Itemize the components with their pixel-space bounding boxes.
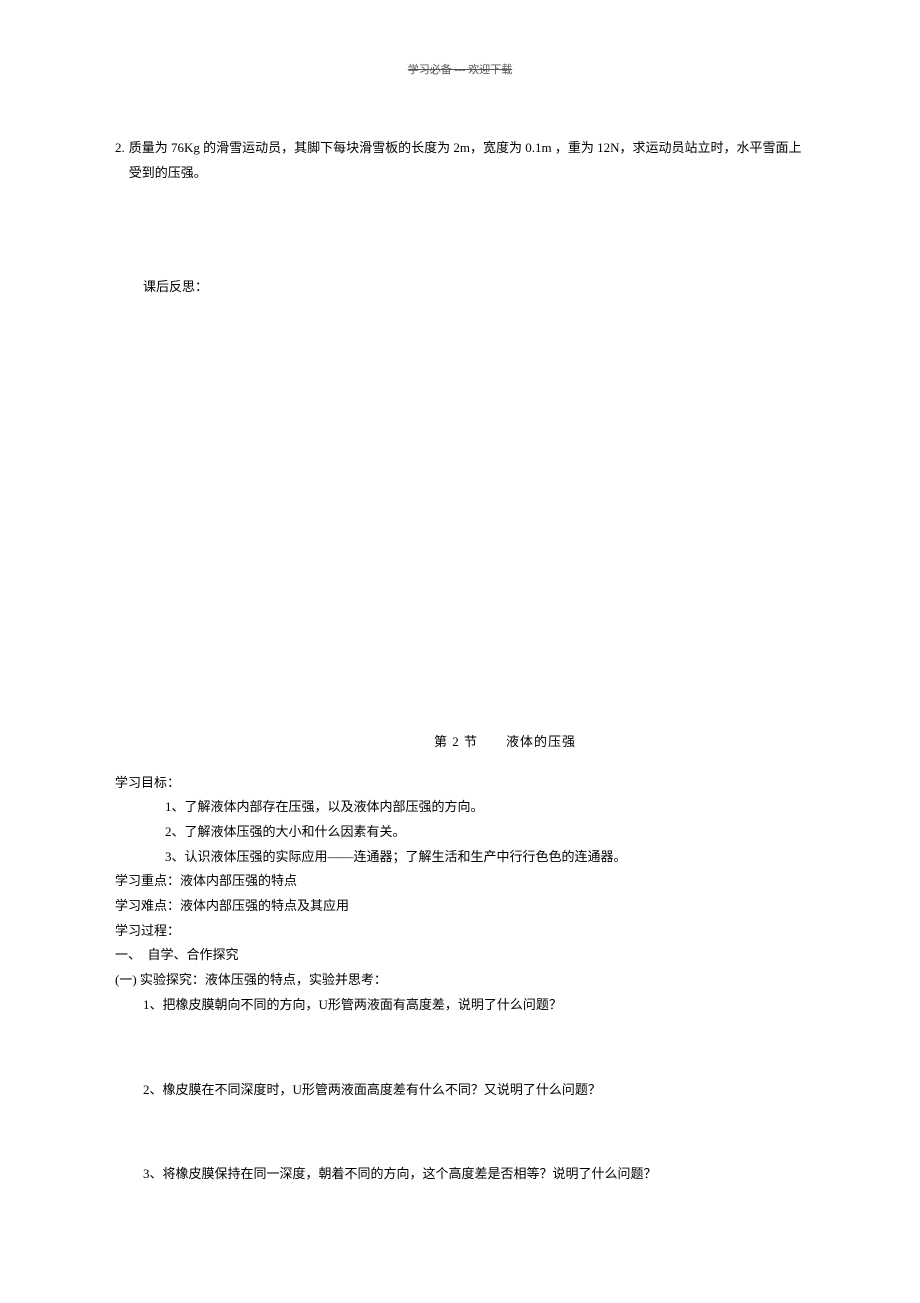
reflection-label: 课后反思： [115,275,805,300]
question-1: 1、把橡皮膜朝向不同的方向，U形管两液面有高度差，说明了什么问题？ [115,993,805,1018]
objective-1: 1、了解液体内部存在压强，以及液体内部压强的方向。 [115,795,805,820]
study-process: 学习过程： [115,919,805,944]
problem-2: 2. 质量为 76Kg 的滑雪运动员，其脚下每块滑雪板的长度为 2m，宽度为 0… [115,136,805,185]
objectives-heading: 学习目标： [115,771,805,796]
problem-text: 质量为 76Kg 的滑雪运动员，其脚下每块滑雪板的长度为 2m，宽度为 0.1m… [129,136,805,185]
problem-number: 2. [115,136,125,185]
objective-2: 2、了解液体压强的大小和什么因素有关。 [115,820,805,845]
objective-3: 3、认识液体压强的实际应用——连通器；了解生活和生产中行行色色的连通器。 [115,845,805,870]
experiment-heading: (一) 实验探究：液体压强的特点，实验并思考： [115,968,805,993]
section-title: 第 2 节 液体的压强 [205,730,805,755]
study-focus: 学习重点：液体内部压强的特点 [115,869,805,894]
page-header: 学习必备 --- 欢迎下载 [115,60,805,81]
step-1: 一、 自学、合作探究 [115,943,805,968]
study-difficulty: 学习难点：液体内部压强的特点及其应用 [115,894,805,919]
question-2: 2、橡皮膜在不同深度时，U形管两液面高度差有什么不同？又说明了什么问题？ [115,1078,805,1103]
question-3: 3、将橡皮膜保持在同一深度，朝着不同的方向，这个高度差是否相等？说明了什么问题？ [115,1162,805,1187]
